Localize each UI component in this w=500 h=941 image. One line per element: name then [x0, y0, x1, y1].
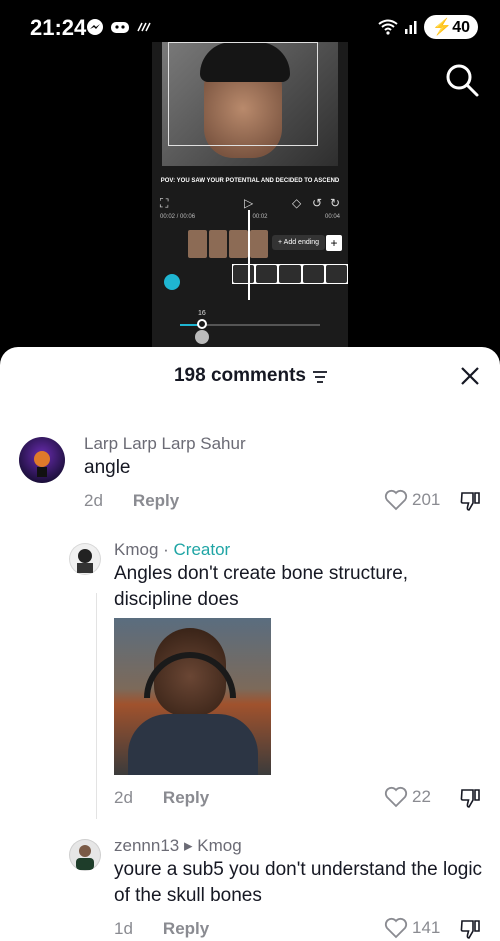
add-clip-button[interactable]: +: [326, 235, 342, 251]
timeline-playhead[interactable]: [248, 210, 250, 300]
track-thumbnail: [249, 230, 268, 258]
track-thumbnail: [325, 265, 348, 283]
close-icon[interactable]: [458, 364, 482, 388]
comment-text: youre a sub5 you don't understand the lo…: [114, 859, 483, 906]
timeline-timecodes: 00:02 / 00:06 00:02 00:04: [160, 214, 348, 220]
track-thumbnail: [229, 230, 248, 258]
undo-icon[interactable]: ↺: [312, 196, 322, 210]
comment-age: 2d: [114, 788, 133, 807]
comment-text: angle: [84, 457, 131, 478]
cell-signal-icon: [405, 21, 417, 34]
heart-icon: [384, 489, 408, 511]
comment-meta: 2d Reply: [84, 491, 179, 511]
play-icon[interactable]: ▷: [244, 196, 253, 210]
like-button[interactable]: 22: [384, 786, 431, 808]
timecode-mid: 00:02: [252, 214, 268, 220]
battery-indicator: ⚡40: [424, 15, 478, 39]
like-button[interactable]: 201: [384, 489, 440, 511]
reply-item: Kmog · Creator Angles don't create bone …: [0, 537, 500, 817]
reply-arrow-icon: ▸: [183, 836, 193, 855]
messenger-icon: [87, 19, 103, 35]
comment-text: Angles don't create bone structure, disc…: [114, 563, 409, 610]
avatar[interactable]: [19, 437, 65, 483]
reply-button[interactable]: Reply: [163, 788, 209, 808]
comment-meta: 1d Reply: [114, 919, 209, 939]
dislike-icon[interactable]: [458, 786, 482, 810]
comment-username[interactable]: Kmog · Creator: [114, 540, 230, 560]
status-time: 21:24: [30, 15, 87, 40]
dislike-icon[interactable]: [458, 489, 482, 513]
attachment-subject-hoodie: [128, 714, 258, 775]
track-thumbnail: [279, 265, 301, 283]
timecode-current: 00:02 / 00:06: [160, 214, 196, 220]
avatar-image: [70, 840, 100, 870]
avatar-image: [34, 451, 50, 477]
reply-item: zennn13 ▸ Kmog youre a sub5 you don't un…: [0, 833, 500, 941]
creator-badge: Creator: [173, 540, 231, 559]
track-thumbnail: [188, 230, 207, 258]
battery-level: 40: [452, 19, 470, 36]
like-count: 201: [412, 490, 441, 509]
comment-age: 2d: [84, 491, 103, 510]
touch-indicator: [195, 330, 209, 344]
redo-icon[interactable]: ↻: [330, 196, 340, 210]
dislike-icon[interactable]: [458, 917, 482, 941]
track-thumbnail: [208, 230, 227, 258]
discord-icon: [111, 22, 129, 33]
status-right: ⚡40: [378, 15, 478, 39]
signal-dots-icon: [137, 22, 151, 32]
add-ending-button[interactable]: + Add ending: [272, 235, 326, 250]
username-text: Kmog: [114, 540, 159, 559]
slider-knob[interactable]: [197, 319, 207, 329]
like-count: 22: [412, 787, 431, 806]
heart-icon: [384, 786, 408, 808]
avatar-image: [70, 544, 100, 574]
comment-username[interactable]: zennn13 ▸ Kmog: [114, 836, 242, 856]
heart-icon: [384, 917, 408, 939]
avatar[interactable]: [69, 543, 101, 575]
comments-count-label: 198 comments: [173, 365, 306, 386]
comments-header: 198 comments: [0, 347, 500, 405]
keyframe-diamond-icon[interactable]: [164, 274, 180, 290]
comments-sheet: 198 comments Larp Larp Larp Sahur angle …: [0, 347, 500, 941]
track-thumbnail: [302, 265, 324, 283]
sort-filter-icon[interactable]: [313, 371, 327, 383]
track-thumbnail: [233, 265, 255, 283]
video-caption: POV: YOU SAW YOUR POTENTIAL AND DECIDED …: [160, 178, 340, 184]
video-frame: [162, 42, 338, 166]
username-text: zennn13: [114, 836, 180, 855]
notification-icons: [86, 18, 152, 36]
slider-value: 16: [198, 310, 206, 317]
wifi-icon: [378, 19, 398, 35]
comment-username[interactable]: Larp Larp Larp Sahur: [84, 434, 246, 454]
crop-frame: [168, 42, 318, 146]
reply-button[interactable]: Reply: [133, 491, 179, 511]
fullscreen-icon[interactable]: ⛶: [160, 196, 168, 211]
editor-controls: ⛶ ▷ ◇ ↺ ↻: [152, 194, 348, 214]
comment-attachment-image[interactable]: [114, 618, 271, 775]
comment-item: Larp Larp Larp Sahur angle 2d Reply 201: [0, 425, 500, 525]
reply-to-username: Kmog: [197, 836, 242, 855]
like-button[interactable]: 141: [384, 917, 440, 939]
video-track[interactable]: [188, 230, 268, 258]
like-count: 141: [412, 918, 441, 937]
video-player[interactable]: POV: YOU SAW YOUR POTENTIAL AND DECIDED …: [152, 42, 348, 352]
comment-age: 1d: [114, 919, 133, 938]
keyframe-icon[interactable]: ◇: [292, 196, 301, 210]
comment-meta: 2d Reply: [114, 788, 209, 808]
comments-count: 198 comments: [0, 365, 500, 387]
avatar[interactable]: [69, 839, 101, 871]
timecode-end: 00:04: [324, 214, 340, 220]
track-thumbnail: [256, 265, 278, 283]
search-icon[interactable]: [444, 62, 480, 98]
reply-button[interactable]: Reply: [163, 919, 209, 939]
